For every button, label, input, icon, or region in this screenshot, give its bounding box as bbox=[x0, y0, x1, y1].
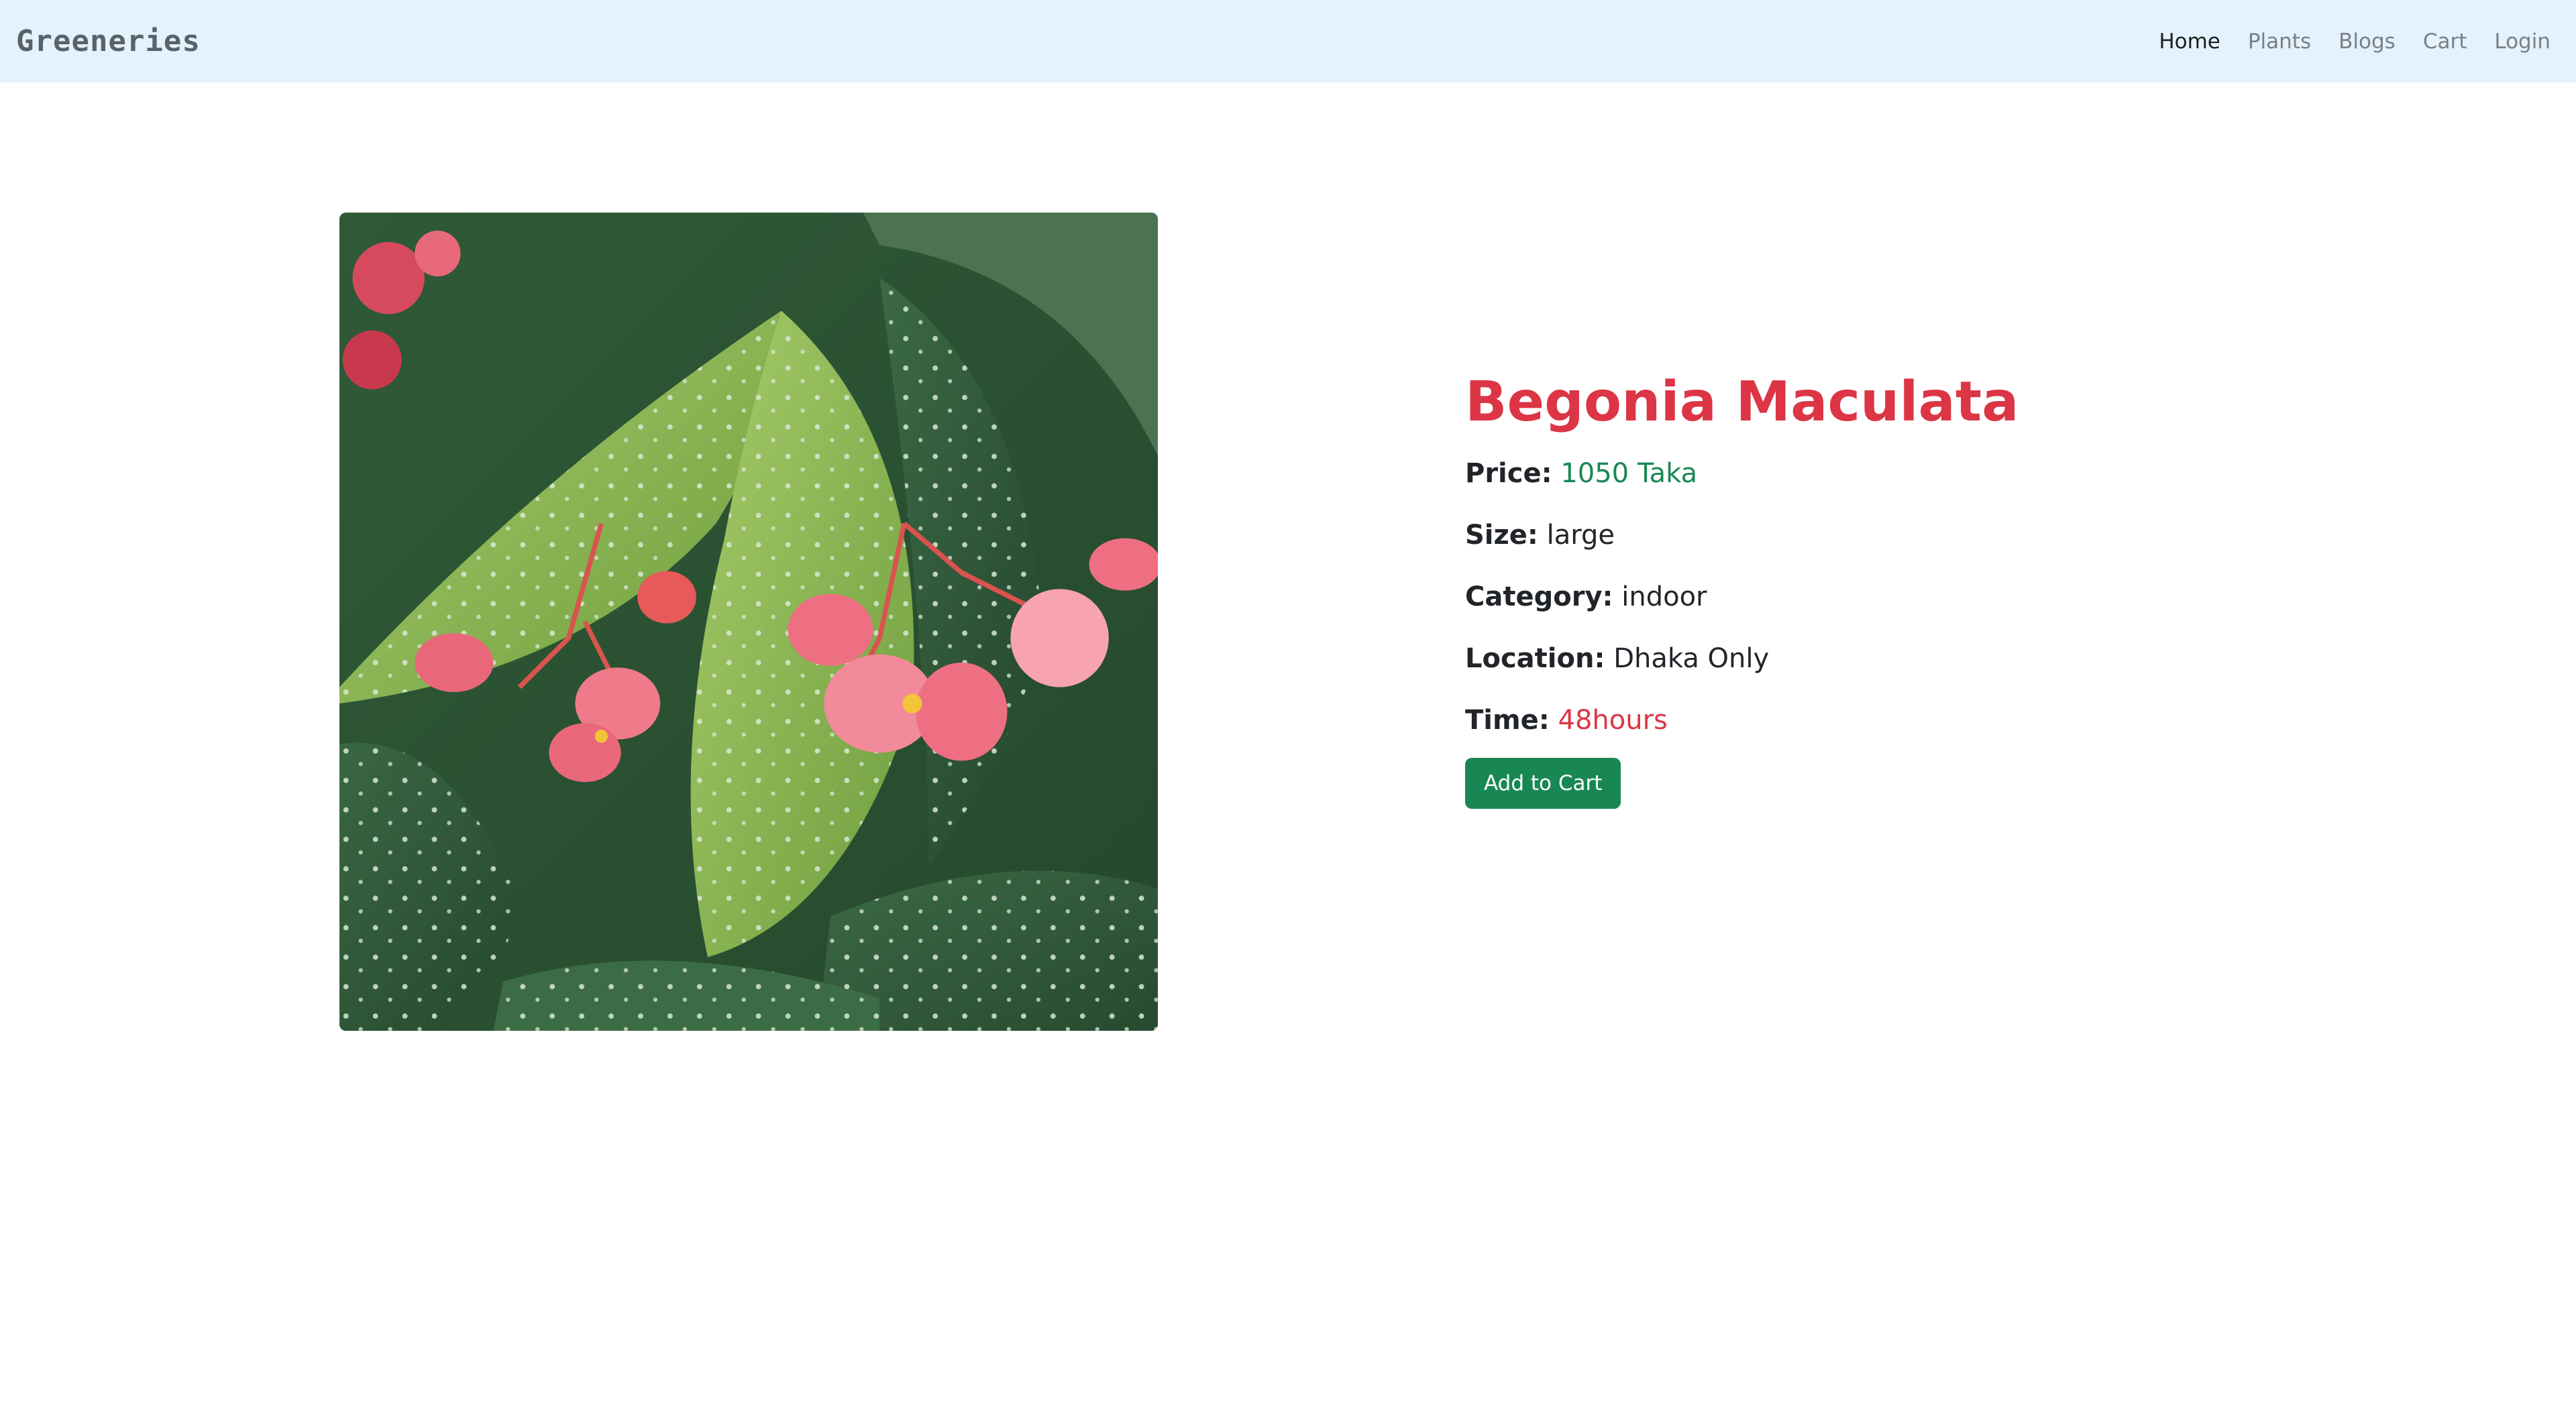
brand-logo-link[interactable]: Greeneries bbox=[16, 23, 201, 60]
plant-photo-illustration bbox=[339, 213, 1158, 1031]
product-title: Begonia Maculata bbox=[1465, 370, 2019, 434]
nav-link-cart[interactable]: Cart bbox=[2423, 27, 2467, 56]
location-label: Location: bbox=[1465, 643, 1605, 674]
size-value: large bbox=[1546, 520, 1615, 551]
time-value: 48hours bbox=[1558, 705, 1668, 736]
time-row: Time: 48hours bbox=[1465, 700, 2337, 740]
price-row: Price: 1050 Taka bbox=[1465, 453, 2337, 494]
add-to-cart-button[interactable]: Add to Cart bbox=[1465, 758, 1621, 809]
product-image bbox=[339, 213, 1158, 1031]
price-value: 1050 Taka bbox=[1560, 458, 1698, 489]
price-label: Price: bbox=[1465, 458, 1552, 489]
nav-link-home[interactable]: Home bbox=[2159, 27, 2220, 56]
category-row: Category: indoor bbox=[1465, 577, 2337, 617]
location-value: Dhaka Only bbox=[1613, 643, 1770, 674]
product-details: Begonia Maculata Price: 1050 Taka Size: … bbox=[1465, 362, 2337, 809]
size-label: Size: bbox=[1465, 520, 1538, 551]
category-label: Category: bbox=[1465, 581, 1613, 612]
category-value: indoor bbox=[1621, 581, 1707, 612]
top-navbar: Greeneries Home Plants Blogs Cart Login bbox=[0, 0, 2576, 82]
nav-link-login[interactable]: Login bbox=[2494, 27, 2551, 56]
size-row: Size: large bbox=[1465, 515, 2337, 555]
location-row: Location: Dhaka Only bbox=[1465, 638, 2337, 679]
time-label: Time: bbox=[1465, 705, 1550, 736]
nav-link-blogs[interactable]: Blogs bbox=[2339, 27, 2396, 56]
nav-links: Home Plants Blogs Cart Login bbox=[2159, 27, 2551, 56]
nav-link-plants[interactable]: Plants bbox=[2248, 27, 2311, 56]
